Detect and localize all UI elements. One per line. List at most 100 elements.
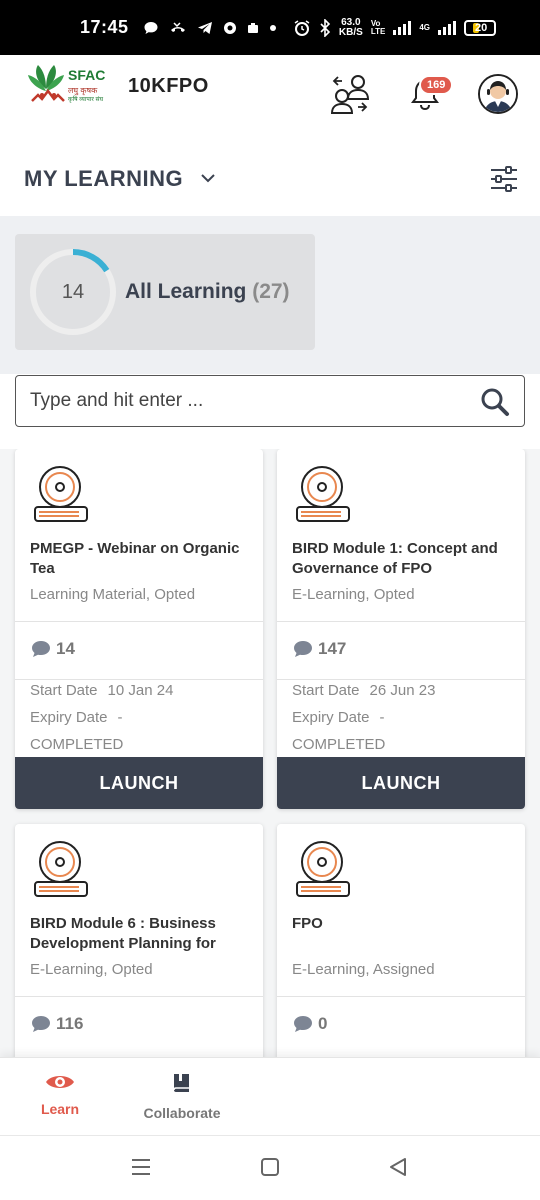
card-title: BIRD Module 6 : Business Development Pla… <box>30 915 216 952</box>
comment-icon <box>32 1016 50 1032</box>
learning-cards-grid: PMEGP - Webinar on Organic Tea Learning … <box>0 449 540 1057</box>
launch-button[interactable]: LAUNCH <box>277 757 525 809</box>
expiry-date-value: - <box>379 709 385 726</box>
status-time: 17:45 <box>80 17 129 37</box>
eye-icon <box>46 1076 74 1088</box>
all-learning-text: All Learning <box>125 280 247 303</box>
status-system-icons: 63.0 KB/S Vo LTE 4G 20 <box>293 17 496 38</box>
progress-ring-value: 14 <box>61 280 85 303</box>
expiry-date-label: Expiry Date <box>30 709 108 726</box>
recents-menu-icon[interactable] <box>130 1156 152 1178</box>
net-speed-unit: KB/S <box>338 26 363 38</box>
search-icon[interactable] <box>480 387 510 417</box>
card-title: FPO <box>292 915 323 932</box>
home-square-icon[interactable] <box>259 1156 281 1178</box>
card-meta: E-Learning, Opted <box>292 586 415 603</box>
course-disc-icon <box>34 466 88 522</box>
signal-icon <box>393 20 412 35</box>
learning-card[interactable]: BIRD Module 1: Concept and Governance of… <box>277 449 525 809</box>
card-title: BIRD Module 1: Concept and Governance of… <box>292 540 498 577</box>
dot-icon <box>269 24 276 31</box>
status-notification-icons <box>143 20 277 36</box>
course-disc-icon <box>296 466 350 522</box>
status-text: COMPLETED <box>30 736 124 753</box>
comment-count: 116 <box>56 1014 84 1033</box>
card-divider <box>15 996 263 997</box>
brand-title: 10KFPO <box>128 75 209 97</box>
card-divider <box>277 996 525 997</box>
status-text: COMPLETED <box>292 736 386 753</box>
page-title[interactable]: MY LEARNING <box>24 166 183 192</box>
nav-learn[interactable]: Learn <box>10 1072 110 1117</box>
card-meta: E-Learning, Assigned <box>292 961 435 978</box>
switch-user-icon[interactable] <box>328 73 372 117</box>
app-square-icon <box>247 22 258 33</box>
learning-card[interactable]: PMEGP - Webinar on Organic Tea Learning … <box>15 449 263 809</box>
card-comments[interactable]: 0 <box>292 1014 327 1034</box>
card-divider <box>15 621 263 622</box>
battery-icon: 20 <box>464 19 496 36</box>
logo-text: SFAC <box>68 67 106 83</box>
card-meta: E-Learning, Opted <box>30 961 153 978</box>
card-divider <box>15 679 263 680</box>
signal-2-icon <box>438 20 456 35</box>
volte-mid: LTE <box>370 26 386 36</box>
card-comments[interactable]: 116 <box>30 1014 83 1034</box>
course-disc-icon <box>34 841 88 897</box>
all-learning-count: (27) <box>252 280 290 303</box>
start-date-label: Start Date <box>292 682 360 699</box>
card-meta: Learning Material, Opted <box>30 586 196 603</box>
bluetooth-icon <box>320 18 331 37</box>
comment-icon <box>294 1016 312 1032</box>
filter-sliders-icon[interactable] <box>489 164 519 194</box>
user-avatar-icon <box>480 76 516 112</box>
summary-section: 14 All Learning (27) <box>0 216 540 374</box>
page-title-row: MY LEARNING <box>0 150 540 210</box>
learning-card[interactable]: BIRD Module 6 : Business Development Pla… <box>15 824 263 1057</box>
status-bar: 17:45 63.0 KB/S Vo LTE 4G 20 <box>0 0 540 55</box>
launch-button[interactable]: LAUNCH <box>15 757 263 809</box>
logo-hindi-subtext: कृषि व्यापार संघ <box>68 97 104 103</box>
expiry-date-label: Expiry Date <box>292 709 370 726</box>
search-box <box>15 375 525 427</box>
avatar[interactable] <box>478 74 518 114</box>
comment-icon <box>32 641 50 657</box>
sfac-logo[interactable]: SFAC लघु कृषक कृषि व्यापार संघ <box>26 61 112 111</box>
app-header: SFAC लघु कृषक कृषि व्यापार संघ 10KFPO 16… <box>0 55 540 135</box>
system-nav-bar <box>0 1135 540 1200</box>
learning-card[interactable]: FPO E-Learning, Assigned 0 <box>277 824 525 1057</box>
nav-collaborate[interactable]: Collaborate <box>132 1072 232 1121</box>
comment-icon <box>294 641 312 657</box>
start-date-row: Start Date 26 Jun 23 <box>292 682 435 699</box>
start-date-row: Start Date 10 Jan 24 <box>30 682 173 699</box>
card-comments[interactable]: 14 <box>30 639 75 659</box>
nav-collaborate-label: Collaborate <box>143 1105 221 1121</box>
all-learning-label: All Learning (27) <box>125 280 290 304</box>
start-date-value: 10 Jan 24 <box>107 682 174 699</box>
comment-count: 0 <box>318 1014 328 1033</box>
expiry-date-value: - <box>117 709 123 726</box>
nav-learn-label: Learn <box>40 1101 80 1117</box>
card-comments[interactable]: 147 <box>292 639 346 659</box>
course-disc-icon <box>296 841 350 897</box>
chevron-down-icon[interactable] <box>200 172 216 184</box>
card-divider <box>277 621 525 622</box>
search-input[interactable] <box>30 386 470 416</box>
bottom-nav: Learn Collaborate <box>0 1057 540 1135</box>
start-date-label: Start Date <box>30 682 98 699</box>
card-title: PMEGP - Webinar on Organic Tea <box>30 540 240 577</box>
missed-call-icon <box>170 21 185 32</box>
volte-indicator: Vo LTE <box>370 19 386 36</box>
expiry-date-row: Expiry Date - <box>292 709 385 726</box>
expiry-date-row: Expiry Date - <box>30 709 123 726</box>
alarm-icon <box>294 19 310 36</box>
app-circle-icon <box>223 21 236 34</box>
chat-bubble-icon <box>144 21 158 34</box>
all-learning-card[interactable]: 14 All Learning (27) <box>15 234 315 350</box>
telegram-icon <box>197 21 212 34</box>
comment-count: 14 <box>56 639 75 658</box>
book-icon <box>173 1074 189 1092</box>
back-triangle-icon[interactable] <box>387 1156 409 1178</box>
start-date-value: 26 Jun 23 <box>369 682 436 699</box>
battery-level: 20 <box>475 21 488 34</box>
